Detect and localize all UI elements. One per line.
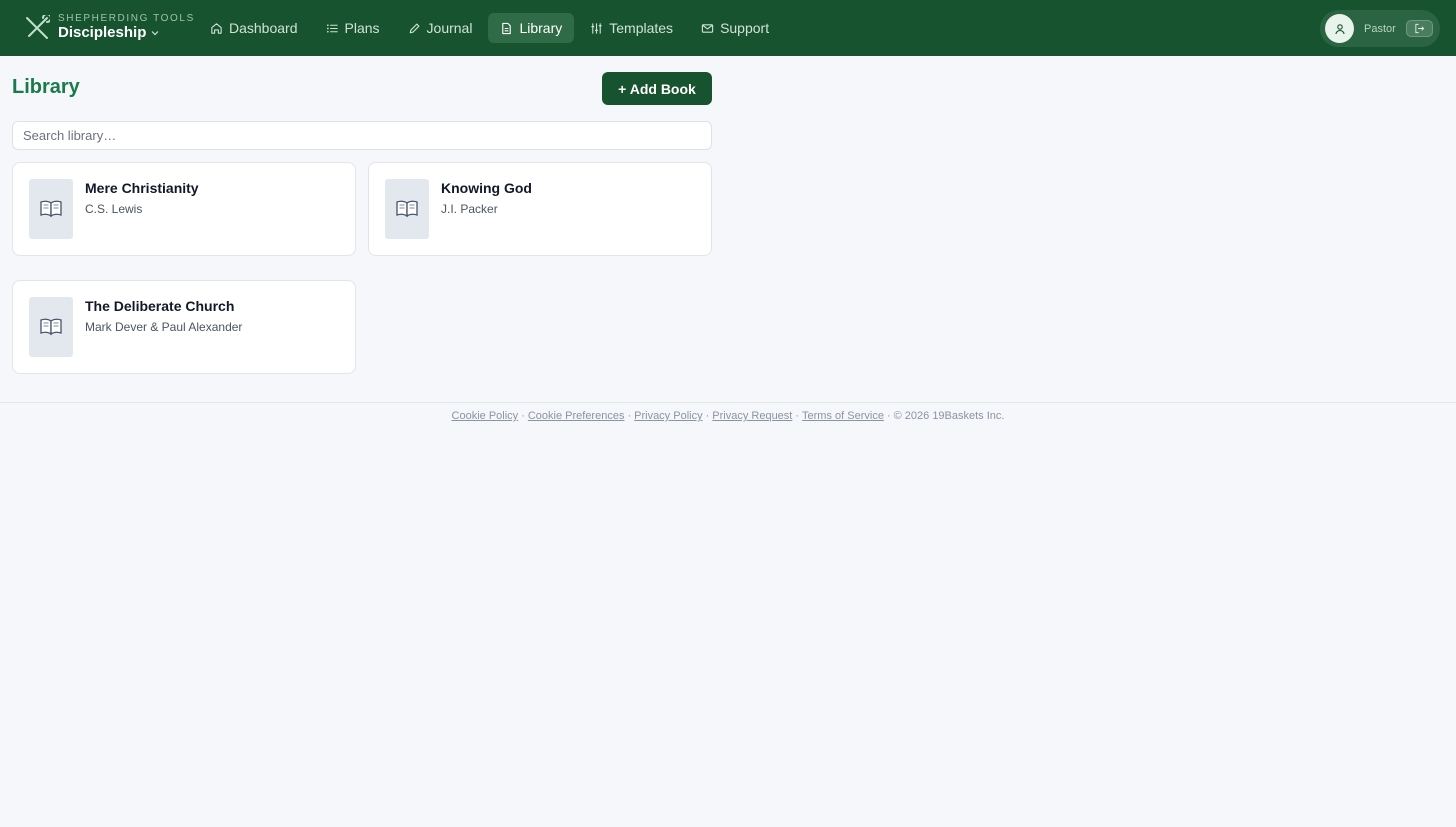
nav-templates[interactable]: Templates (578, 13, 685, 43)
book-author: Mark Dever & Paul Alexander (85, 320, 243, 334)
nav-plans[interactable]: Plans (314, 13, 392, 43)
user-menu: Pastor (1320, 10, 1440, 47)
footer-link-cookie-preferences[interactable]: Cookie Preferences (528, 410, 625, 422)
footer-separator: · (627, 410, 632, 422)
book-cover (385, 179, 429, 239)
logout-button[interactable] (1405, 20, 1433, 37)
book-card[interactable]: The Deliberate Church Mark Dever & Paul … (12, 280, 356, 374)
user-icon (1334, 23, 1345, 34)
footer-separator: · (521, 410, 525, 422)
avatar[interactable] (1325, 14, 1354, 43)
main-nav: Dashboard Plans Journal Library Template… (198, 13, 785, 43)
footer-separator: · (886, 410, 891, 422)
top-navigation-bar: SHEPHERDING TOOLS Discipleship Dashboard… (0, 0, 1456, 56)
footer-separator: · (705, 410, 710, 422)
book-title: The Deliberate Church (85, 298, 235, 314)
add-book-button[interactable]: + Add Book (602, 72, 712, 105)
nav-label: Support (720, 20, 770, 36)
mail-icon (701, 23, 714, 33)
footer: Cookie Policy · Cookie Preferences · Privacy… (0, 410, 1456, 422)
footer-link-privacy-request[interactable]: Privacy Request (712, 410, 792, 422)
nav-journal[interactable]: Journal (396, 13, 485, 43)
home-icon (211, 22, 222, 34)
list-icon (326, 23, 338, 33)
user-name: Pastor (1364, 22, 1396, 35)
chevron-down-icon (151, 31, 159, 36)
book-cover (29, 297, 73, 357)
nav-label: Journal (426, 20, 473, 36)
nav-label: Templates (609, 20, 674, 36)
brand-kicker: SHEPHERDING TOOLS (58, 13, 195, 24)
footer-link-cookie-policy[interactable]: Cookie Policy (452, 410, 519, 422)
pencil-icon (409, 23, 419, 33)
nav-library[interactable]: Library (488, 13, 575, 43)
open-book-icon (396, 200, 418, 218)
book-title: Knowing God (441, 180, 532, 196)
crossed-staffs-icon (26, 14, 50, 39)
nav-dashboard[interactable]: Dashboard (198, 13, 310, 43)
open-book-icon (40, 318, 62, 336)
page-title: Library (12, 76, 80, 98)
book-author: C.S. Lewis (85, 202, 143, 216)
footer-link-privacy-policy[interactable]: Privacy Policy (634, 410, 702, 422)
footer-divider (0, 402, 1456, 403)
footer-link-terms-of-service[interactable]: Terms of Service (802, 410, 884, 422)
nav-label: Plans (344, 20, 380, 36)
search-input[interactable] (12, 121, 712, 150)
logout-icon (1415, 23, 1425, 34)
book-author: J.I. Packer (441, 202, 498, 216)
book-card[interactable]: Knowing God J.I. Packer (368, 162, 712, 256)
open-book-icon (40, 200, 62, 218)
brand-name: Discipleship (58, 24, 147, 41)
sliders-icon (591, 22, 602, 34)
document-icon (502, 22, 512, 34)
book-cover (29, 179, 73, 239)
nav-support[interactable]: Support (689, 13, 781, 43)
footer-separator: · (795, 410, 800, 422)
nav-label: Dashboard (229, 20, 298, 36)
workspace-switcher[interactable]: Discipleship (58, 24, 195, 42)
book-card[interactable]: Mere Christianity C.S. Lewis (12, 162, 356, 256)
brand[interactable]: SHEPHERDING TOOLS Discipleship (24, 13, 195, 42)
footer-copyright: © 2026 19Baskets Inc. (893, 410, 1005, 422)
book-title: Mere Christianity (85, 180, 199, 196)
nav-label: Library (519, 20, 563, 36)
